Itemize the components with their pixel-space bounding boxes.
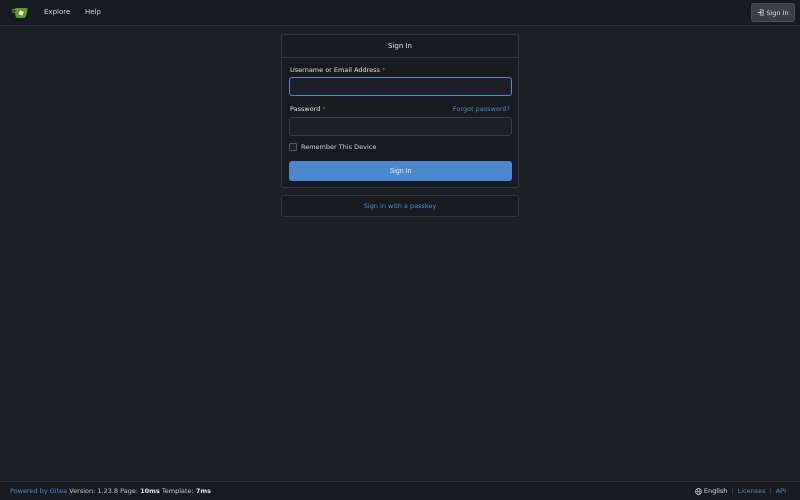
language-selector[interactable]: English <box>704 487 727 495</box>
footer-version-info: Powered by Gitea Version: 1.23.8 Page: 1… <box>10 487 211 495</box>
powered-by-gitea-link[interactable]: Powered by Gitea <box>10 487 67 495</box>
remember-device-label: Remember This Device <box>301 143 377 151</box>
footer: Powered by Gitea Version: 1.23.8 Page: 1… <box>0 481 800 500</box>
remember-device-checkbox[interactable] <box>289 143 297 151</box>
api-link[interactable]: API <box>776 487 786 495</box>
top-navbar: Explore Help Sign In <box>0 0 800 26</box>
footer-divider: | <box>731 487 734 495</box>
template-time: 7ms <box>195 487 211 495</box>
password-label: Password * <box>290 105 326 113</box>
username-label: Username or Email Address * <box>290 66 386 74</box>
licenses-link[interactable]: Licenses <box>738 487 766 495</box>
footer-links: English | Licenses | API <box>695 487 786 495</box>
nav-explore[interactable]: Explore <box>44 8 70 16</box>
sign-in-card: Sign In Username or Email Address * Passw… <box>281 34 519 188</box>
required-mark: * <box>381 66 386 74</box>
passkey-card: Sign in with a passkey <box>281 195 519 217</box>
password-input[interactable] <box>289 117 512 136</box>
remember-device-option[interactable]: Remember This Device <box>289 143 376 151</box>
sign-in-card-title: Sign In <box>282 35 518 58</box>
required-mark: * <box>322 105 326 113</box>
gitea-logo-icon[interactable] <box>11 5 29 20</box>
version-text: Version: 1.23.8 Page: <box>69 487 139 495</box>
globe-icon <box>695 487 702 495</box>
header-sign-in-label: Sign In <box>766 8 789 17</box>
template-label: Template: <box>161 487 194 495</box>
sign-in-icon <box>757 9 764 16</box>
page-time: 10ms <box>140 487 160 495</box>
footer-divider: | <box>769 487 772 495</box>
forgot-password-link[interactable]: Forgot password? <box>453 105 510 113</box>
username-input[interactable] <box>289 77 512 96</box>
nav-help[interactable]: Help <box>85 8 101 16</box>
header-sign-in-button[interactable]: Sign In <box>751 3 795 22</box>
passkey-sign-in-link[interactable]: Sign in with a passkey <box>364 202 436 210</box>
sign-in-submit-button[interactable]: Sign In <box>289 161 512 181</box>
